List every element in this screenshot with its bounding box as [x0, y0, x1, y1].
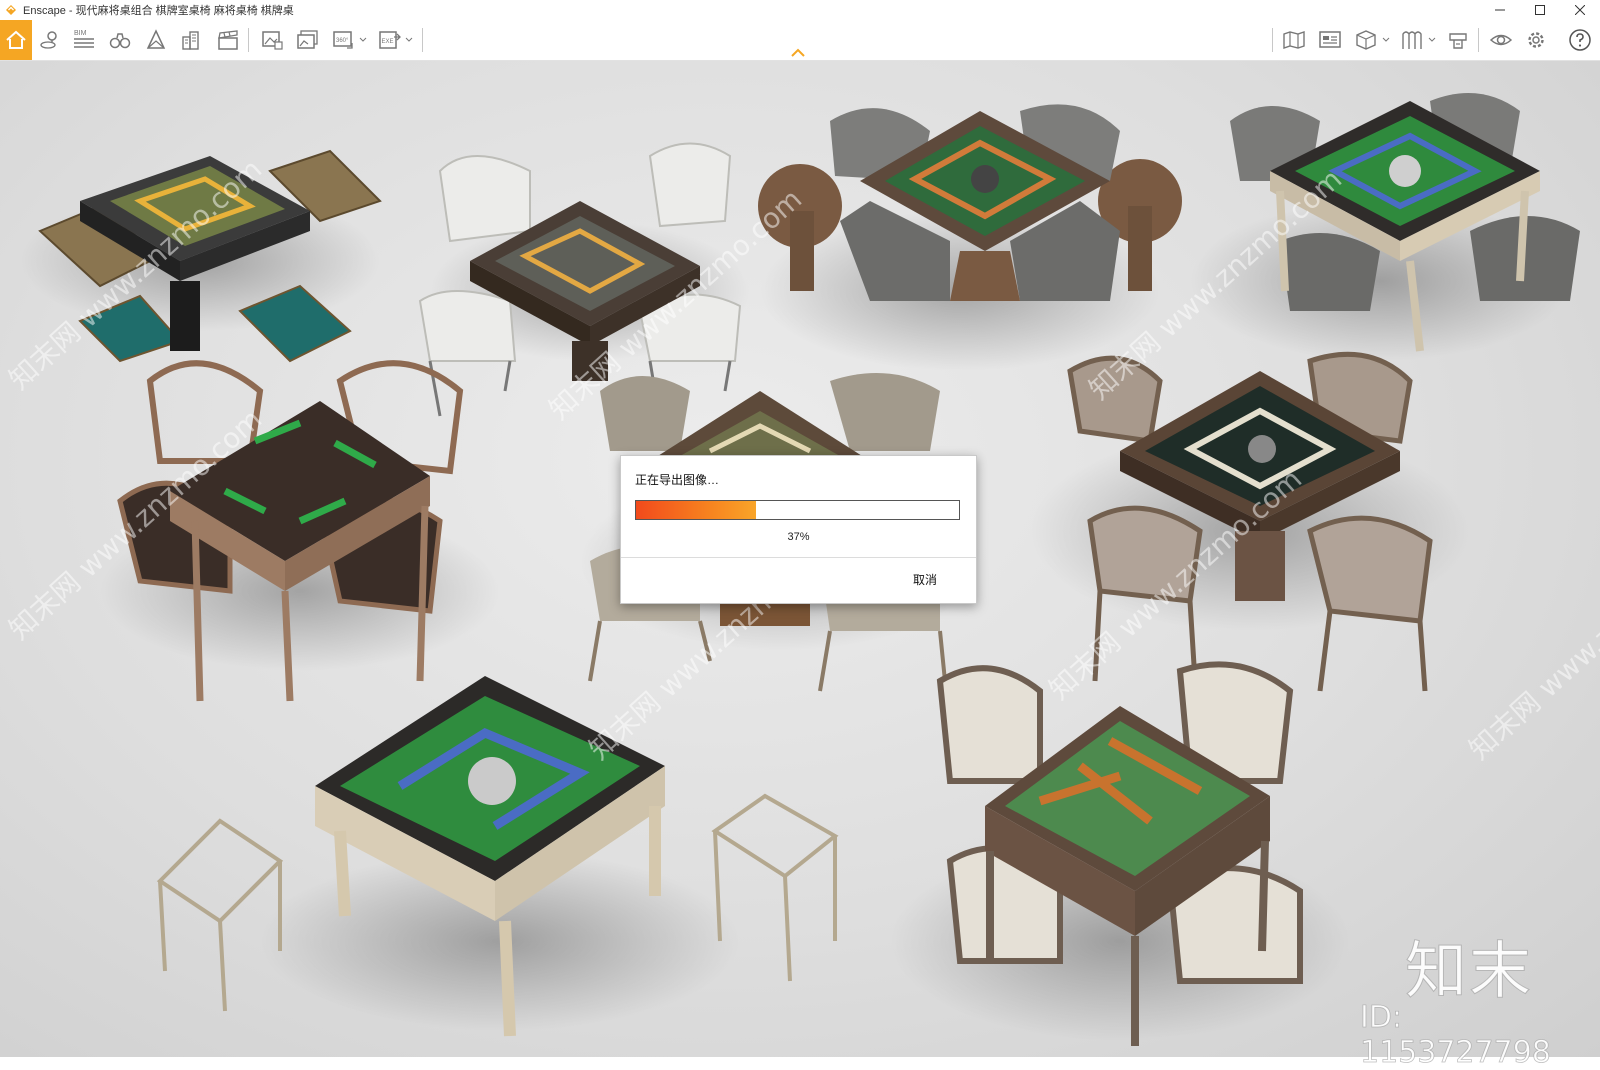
export-exe-icon: EXE: [379, 31, 401, 49]
clapperboard-icon: [218, 30, 238, 50]
home-button[interactable]: [0, 20, 32, 60]
maximize-button[interactable]: [1520, 0, 1560, 20]
window-controls: [1480, 0, 1600, 20]
progress-bar-fill: [636, 501, 756, 519]
window-title: Enscape - 现代麻将桌组合 棋牌室桌椅 麻将桌椅 棋牌桌: [23, 5, 294, 17]
cancel-button[interactable]: 取消: [913, 571, 937, 588]
toolbar-separator: [1478, 28, 1479, 52]
chevron-down-icon: [359, 37, 367, 42]
cube-dropdown[interactable]: [1381, 30, 1391, 50]
video-editor-button[interactable]: [214, 26, 242, 54]
watermark-logo: 知末: [1404, 934, 1534, 1008]
panorama-button[interactable]: 360°: [330, 26, 358, 54]
cube-icon: [1356, 30, 1376, 50]
chevron-down-icon: [405, 37, 413, 42]
home-icon: [6, 30, 26, 49]
toolbar-separator: [422, 28, 423, 52]
enscape-logo-icon: [6, 5, 16, 15]
main-toolbar: BIM 360° EXE: [0, 20, 1600, 61]
export-progress-dialog: 正在导出图像… 37% 取消: [620, 455, 977, 604]
binoculars-icon: [109, 33, 131, 49]
export-exe-button[interactable]: EXE: [376, 26, 404, 54]
title-bar: Enscape - 现代麻将桌组合 棋牌室桌椅 麻将桌椅 棋牌桌: [0, 0, 1600, 20]
maximize-icon: [1535, 5, 1545, 15]
help-button[interactable]: [1566, 26, 1594, 54]
location-button[interactable]: [36, 26, 64, 54]
minimize-button[interactable]: [1480, 0, 1520, 20]
panorama-icon: 360°: [333, 31, 353, 49]
chevron-down-icon: [1382, 37, 1390, 42]
table-set-4: [1190, 93, 1580, 361]
perspective-button[interactable]: [142, 26, 170, 54]
settings-icon: [1528, 32, 1544, 48]
screen-icon: [1319, 31, 1341, 48]
close-icon: [1575, 5, 1585, 15]
progress-bar: [635, 500, 960, 520]
cube-button[interactable]: [1352, 26, 1380, 54]
buildings-button[interactable]: [178, 26, 206, 54]
buildings-icon: [182, 31, 199, 50]
table-set-3: [758, 104, 1182, 371]
location-icon: [40, 31, 57, 49]
screen-button[interactable]: [1316, 26, 1344, 54]
asset-library-button[interactable]: [1398, 26, 1426, 54]
close-button[interactable]: [1560, 0, 1600, 20]
sync-button[interactable]: [1444, 26, 1472, 54]
settings-button[interactable]: [1522, 26, 1550, 54]
chevron-down-icon: [1428, 37, 1436, 42]
dialog-divider: [621, 557, 976, 558]
watermark-id: ID: 1153727798: [1360, 1000, 1552, 1070]
svg-text:360°: 360°: [336, 38, 349, 44]
asset-dropdown[interactable]: [1427, 30, 1437, 50]
panorama-dropdown[interactable]: [358, 30, 368, 50]
map-icon: [1283, 31, 1305, 49]
sync-icon: [1449, 33, 1467, 49]
perspective-icon: [146, 29, 166, 49]
bim-button[interactable]: BIM: [70, 26, 98, 54]
svg-text:知末网 www.znzmo.com: 知末网 www.znzmo.com: [1463, 522, 1600, 766]
visual-settings-icon: [1489, 34, 1513, 46]
binoculars-button[interactable]: [106, 26, 134, 54]
help-icon: [1569, 29, 1591, 51]
toolbar-separator: [248, 28, 249, 52]
dialog-title: 正在导出图像…: [635, 473, 720, 487]
map-button[interactable]: [1280, 26, 1308, 54]
table-set-8: [156, 676, 839, 1037]
asset-library-icon: [1402, 31, 1422, 49]
svg-text:EXE: EXE: [382, 39, 394, 45]
toolbar-separator: [1272, 28, 1273, 52]
table-set-9: [890, 661, 1350, 1046]
bim-icon: BIM: [74, 30, 94, 48]
batch-render-icon: [297, 30, 318, 49]
export-dropdown[interactable]: [404, 30, 414, 50]
render-image-icon: [262, 31, 283, 50]
progress-percent: 37%: [787, 531, 810, 543]
svg-text:BIM: BIM: [74, 30, 87, 37]
render-image-button[interactable]: [258, 26, 286, 54]
minimize-icon: [1495, 9, 1505, 11]
visual-settings-button[interactable]: [1487, 26, 1515, 54]
collapse-toolbar-icon[interactable]: [790, 48, 806, 58]
batch-render-button[interactable]: [294, 26, 322, 54]
